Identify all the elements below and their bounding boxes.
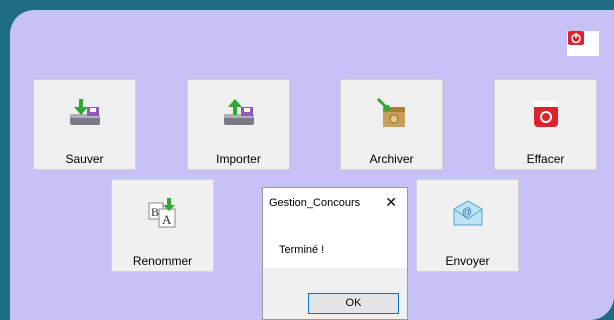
save-drive-icon [69, 99, 100, 125]
importer-label: Importer [216, 152, 261, 166]
import-drive-icon [223, 99, 254, 125]
rename-icon: B A [148, 198, 175, 228]
sauver-button[interactable]: Sauver [33, 79, 136, 170]
dialog-title: Gestion_Concours [269, 197, 361, 209]
renommer-label: Renommer [132, 254, 193, 268]
renommer-button[interactable]: B A Renommer [111, 179, 214, 272]
dialog-message: Terminé ! [279, 244, 325, 256]
dialog-message-area: Terminé ! [263, 220, 407, 268]
envoyer-label: Envoyer [445, 254, 490, 268]
power-button[interactable] [567, 31, 599, 56]
power-icon [568, 31, 584, 45]
archive-box-icon [376, 97, 405, 127]
svg-text:@: @ [462, 207, 472, 218]
archiver-button[interactable]: Archiver [340, 79, 443, 170]
dialog-titlebar[interactable]: Gestion_Concours ✕ [263, 188, 407, 220]
svg-text:B: B [151, 205, 159, 219]
envoyer-button[interactable]: @ Envoyer [416, 179, 519, 272]
effacer-label: Effacer [526, 152, 565, 166]
sauver-label: Sauver [65, 152, 104, 166]
ok-button[interactable]: OK [308, 293, 399, 314]
message-dialog: Gestion_Concours ✕ Terminé ! OK [262, 187, 408, 320]
svg-text:A: A [162, 212, 172, 227]
email-icon: @ [453, 200, 482, 226]
close-icon[interactable]: ✕ [385, 194, 397, 211]
archiver-label: Archiver [369, 152, 414, 166]
trash-icon [533, 101, 558, 127]
effacer-button[interactable]: Effacer [494, 79, 597, 170]
importer-button[interactable]: Importer [187, 79, 290, 170]
